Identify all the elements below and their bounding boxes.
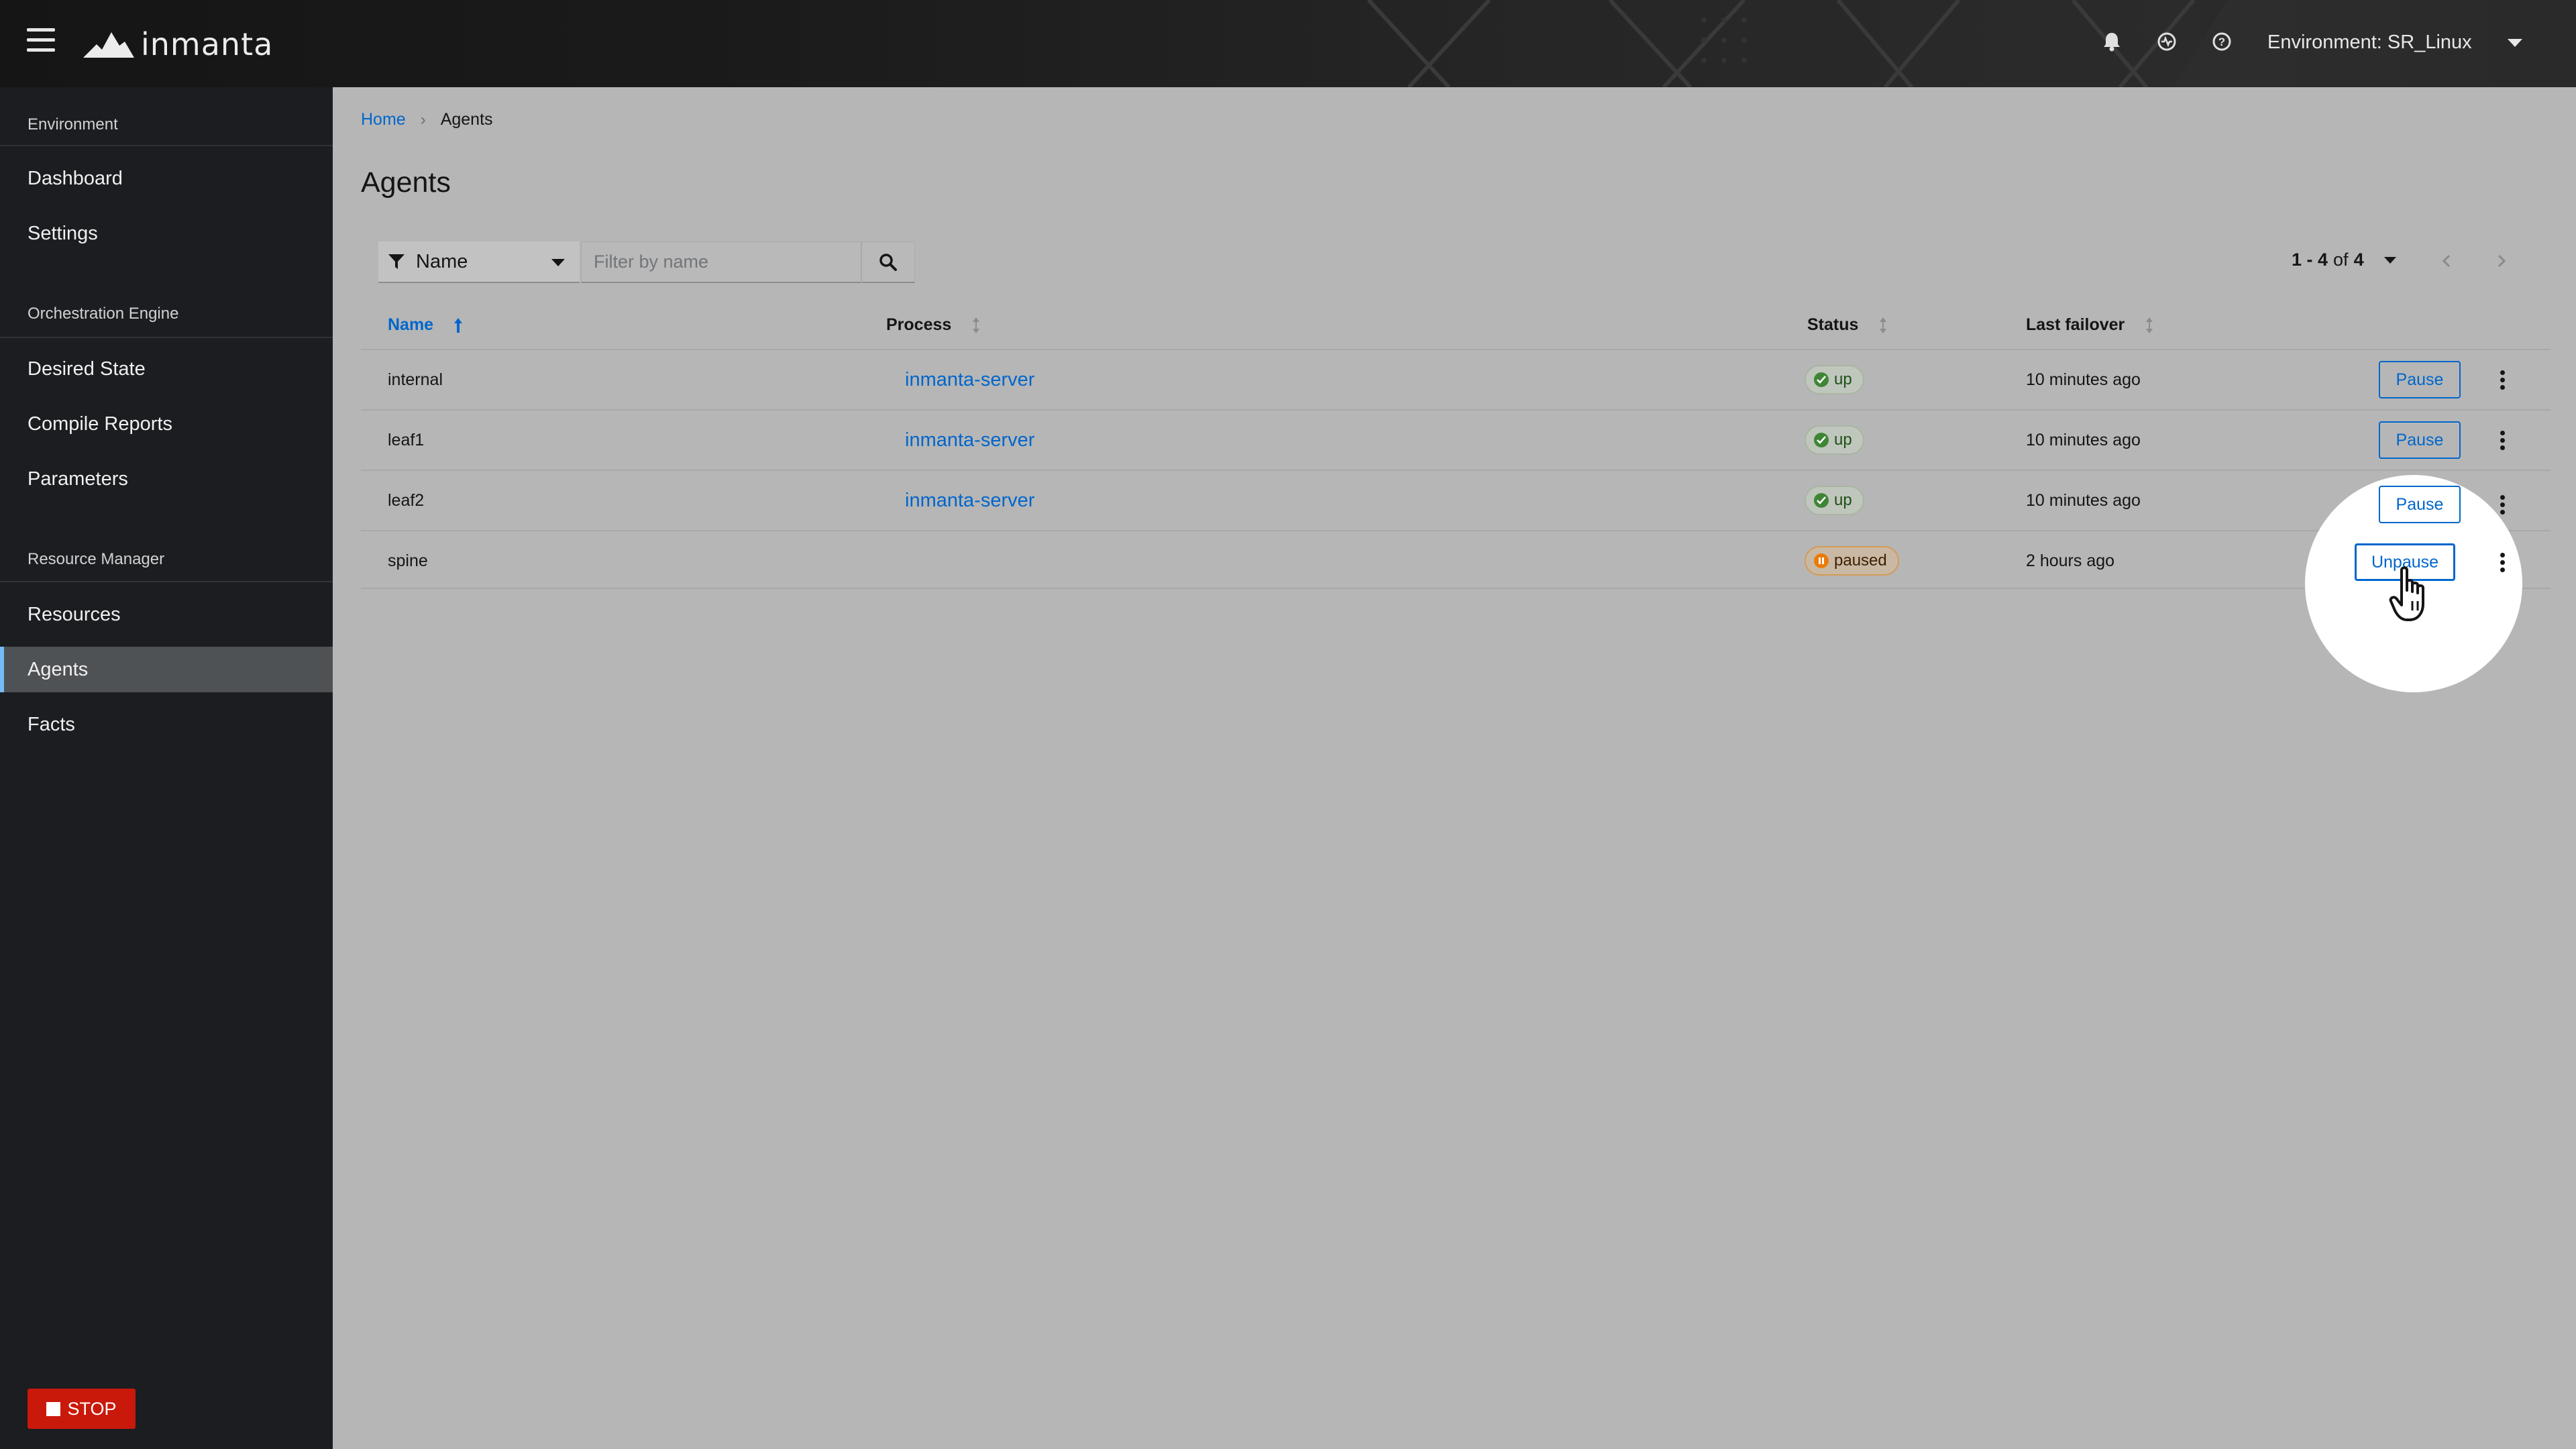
page-title: Agents xyxy=(361,166,451,199)
nav-divider xyxy=(0,337,333,338)
filter-by-name-input[interactable] xyxy=(581,241,861,283)
column-header-status-label: Status xyxy=(1807,315,1859,334)
pagination-range: 1 - 4 xyxy=(2292,250,2328,270)
chevron-down-icon xyxy=(551,259,565,266)
filter-icon xyxy=(388,254,405,269)
status-badge: up xyxy=(1805,365,1864,394)
nav-section-orchestration-engine: Orchestration Engine xyxy=(28,305,179,323)
last-failover: 2 hours ago xyxy=(2026,551,2115,570)
status-label: up xyxy=(1834,431,1852,449)
status-badge: paused xyxy=(1805,546,1899,576)
row-actions-kebab-icon[interactable] xyxy=(2492,365,2512,394)
search-button[interactable] xyxy=(861,241,915,283)
filter-type-dropdown[interactable]: Name xyxy=(378,241,580,283)
process-link[interactable]: inmanta-server xyxy=(905,490,1034,512)
column-header-name-label: Name xyxy=(388,315,434,334)
agent-name: leaf2 xyxy=(388,490,425,510)
column-header-name[interactable]: Name xyxy=(388,315,463,335)
stop-label: STOP xyxy=(67,1398,117,1419)
sidebar-item-agents[interactable]: Agents xyxy=(0,647,333,692)
masthead: inmanta ? Environment: SR_Linux xyxy=(0,0,2576,87)
breadcrumb-separator-icon: › xyxy=(420,110,426,129)
hand-pointer-cursor-icon xyxy=(2389,566,2424,621)
last-failover: 10 minutes ago xyxy=(2026,370,2141,389)
table-row: leaf2 inmanta-server up 10 minutes ago xyxy=(361,470,2551,529)
pagination-total: 4 xyxy=(2353,250,2364,270)
sort-ascending-icon xyxy=(454,317,463,333)
nav-section-environment: Environment xyxy=(28,115,118,133)
status-badge: up xyxy=(1805,486,1864,515)
process-link[interactable]: inmanta-server xyxy=(905,429,1034,451)
nav-divider xyxy=(0,145,333,146)
row-actions-kebab-icon[interactable] xyxy=(2492,547,2512,577)
sidebar-item-resources[interactable]: Resources xyxy=(0,592,333,637)
filter-type-label: Name xyxy=(416,250,468,272)
column-header-process[interactable]: Process xyxy=(886,315,981,335)
help-icon[interactable]: ? xyxy=(2207,27,2237,56)
sidebar-item-settings[interactable]: Settings xyxy=(0,211,333,256)
server-status-icon[interactable] xyxy=(2152,27,2182,56)
column-header-last-failover-label: Last failover xyxy=(2026,315,2125,334)
status-label: paused xyxy=(1834,551,1887,570)
sort-icon xyxy=(2146,317,2153,333)
nav-divider xyxy=(0,581,333,582)
table-row: spine paused 2 hours ago xyxy=(361,530,2551,589)
pause-button[interactable]: Pause xyxy=(2379,421,2461,459)
chevron-down-icon xyxy=(2508,39,2522,47)
check-circle-icon xyxy=(1814,372,1829,387)
search-icon xyxy=(879,253,897,271)
table-row: leaf1 inmanta-server up 10 minutes ago P… xyxy=(361,409,2551,468)
chevron-right-icon xyxy=(2498,254,2506,268)
agent-name: spine xyxy=(388,551,428,570)
pagination-toggle[interactable]: 1 - 4 of 4 xyxy=(2292,250,2396,270)
logo-text: inmanta xyxy=(141,26,274,62)
chevron-left-icon xyxy=(2442,254,2451,268)
pause-button[interactable]: Pause xyxy=(2379,486,2461,523)
sidebar-item-dashboard[interactable]: Dashboard xyxy=(0,156,333,201)
row-actions-kebab-icon[interactable] xyxy=(2492,490,2512,519)
column-header-status[interactable]: Status xyxy=(1807,315,1888,335)
column-header-process-label: Process xyxy=(886,315,952,334)
breadcrumb-home-link[interactable]: Home xyxy=(361,110,406,129)
status-label: up xyxy=(1834,491,1852,509)
breadcrumb: Home › Agents xyxy=(361,110,493,129)
inmanta-logo[interactable]: inmanta xyxy=(82,24,273,64)
sort-icon xyxy=(1880,317,1887,333)
next-page-button[interactable] xyxy=(2491,251,2512,271)
main-content: Home › Agents Agents Name 1 - 4 of 4 Nam… xyxy=(333,87,2576,1449)
status-label: up xyxy=(1834,370,1852,388)
sidebar-item-facts[interactable]: Facts xyxy=(0,702,333,747)
pagination-of: of xyxy=(2333,250,2349,270)
sidebar-item-desired-state[interactable]: Desired State xyxy=(0,346,333,392)
agent-name: internal xyxy=(388,370,443,389)
status-badge: up xyxy=(1805,425,1864,455)
last-failover: 10 minutes ago xyxy=(2026,490,2141,510)
sidebar-item-compile-reports[interactable]: Compile Reports xyxy=(0,401,333,447)
stop-icon xyxy=(46,1401,61,1416)
menu-toggle-button[interactable] xyxy=(27,28,55,55)
stop-button[interactable]: STOP xyxy=(28,1389,136,1429)
nav-section-resource-manager: Resource Manager xyxy=(28,550,165,568)
logo-mark-icon xyxy=(83,32,134,58)
sidebar: Environment Dashboard Settings Orchestra… xyxy=(0,87,333,1449)
column-header-last-failover[interactable]: Last failover xyxy=(2026,315,2154,335)
last-failover: 10 minutes ago xyxy=(2026,430,2141,449)
sort-icon xyxy=(973,317,980,333)
row-actions-kebab-icon[interactable] xyxy=(2492,425,2512,455)
svg-text:?: ? xyxy=(2218,36,2225,48)
process-link[interactable]: inmanta-server xyxy=(905,369,1034,391)
check-circle-icon xyxy=(1814,433,1829,447)
sidebar-item-parameters[interactable]: Parameters xyxy=(0,456,333,502)
previous-page-button[interactable] xyxy=(2436,251,2457,271)
agent-name: leaf1 xyxy=(388,430,425,449)
pause-circle-icon xyxy=(1814,553,1829,568)
breadcrumb-current: Agents xyxy=(440,110,493,129)
table-row: internal inmanta-server up 10 minutes ag… xyxy=(361,349,2551,408)
notification-bell-icon[interactable] xyxy=(2097,27,2127,56)
environment-selector[interactable]: Environment: SR_Linux xyxy=(2267,25,2522,59)
pause-button[interactable]: Pause xyxy=(2379,361,2461,398)
chevron-down-icon xyxy=(2383,256,2396,264)
environment-label: Environment: SR_Linux xyxy=(2267,31,2472,53)
check-circle-icon xyxy=(1814,493,1829,508)
